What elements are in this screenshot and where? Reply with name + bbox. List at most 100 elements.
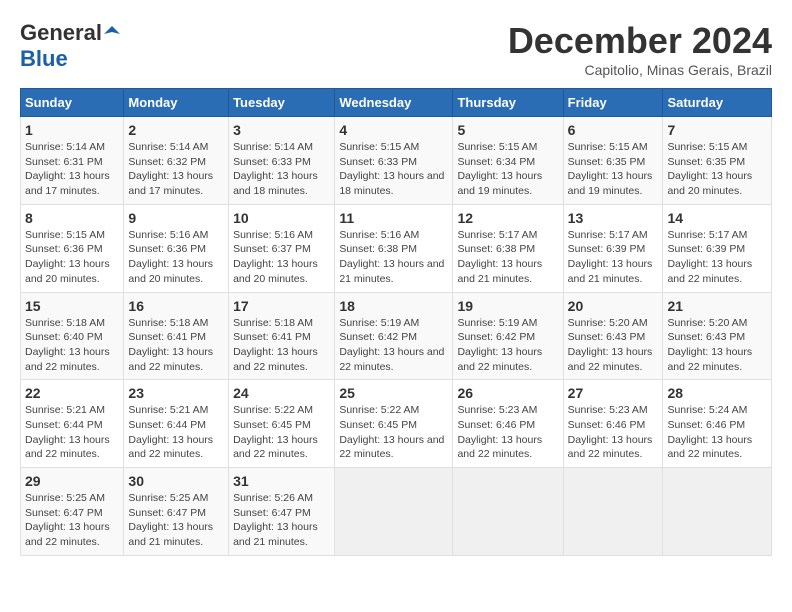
day-number: 17 [233, 298, 330, 314]
day-number: 22 [25, 385, 119, 401]
day-detail: Sunrise: 5:16 AM Sunset: 6:38 PM Dayligh… [339, 228, 448, 287]
day-detail: Sunrise: 5:23 AM Sunset: 6:46 PM Dayligh… [457, 403, 558, 462]
calendar-cell: 20 Sunrise: 5:20 AM Sunset: 6:43 PM Dayl… [563, 292, 663, 380]
day-number: 14 [667, 210, 767, 226]
calendar-cell: 25 Sunrise: 5:22 AM Sunset: 6:45 PM Dayl… [335, 380, 453, 468]
day-number: 21 [667, 298, 767, 314]
day-number: 30 [128, 473, 224, 489]
day-number: 2 [128, 122, 224, 138]
day-detail: Sunrise: 5:21 AM Sunset: 6:44 PM Dayligh… [25, 403, 119, 462]
day-number: 3 [233, 122, 330, 138]
day-detail: Sunrise: 5:18 AM Sunset: 6:40 PM Dayligh… [25, 316, 119, 375]
calendar-cell: 22 Sunrise: 5:21 AM Sunset: 6:44 PM Dayl… [21, 380, 124, 468]
day-number: 12 [457, 210, 558, 226]
calendar-cell: 16 Sunrise: 5:18 AM Sunset: 6:41 PM Dayl… [124, 292, 229, 380]
day-number: 31 [233, 473, 330, 489]
day-number: 6 [568, 122, 659, 138]
day-number: 1 [25, 122, 119, 138]
day-number: 7 [667, 122, 767, 138]
calendar-cell: 23 Sunrise: 5:21 AM Sunset: 6:44 PM Dayl… [124, 380, 229, 468]
calendar-cell: 5 Sunrise: 5:15 AM Sunset: 6:34 PM Dayli… [453, 117, 563, 205]
calendar-week-4: 22 Sunrise: 5:21 AM Sunset: 6:44 PM Dayl… [21, 380, 772, 468]
day-number: 29 [25, 473, 119, 489]
col-sunday: Sunday [21, 89, 124, 117]
calendar-cell [663, 468, 772, 556]
day-detail: Sunrise: 5:25 AM Sunset: 6:47 PM Dayligh… [128, 491, 224, 550]
calendar-cell: 3 Sunrise: 5:14 AM Sunset: 6:33 PM Dayli… [229, 117, 335, 205]
calendar-cell: 12 Sunrise: 5:17 AM Sunset: 6:38 PM Dayl… [453, 204, 563, 292]
calendar-cell [335, 468, 453, 556]
day-detail: Sunrise: 5:18 AM Sunset: 6:41 PM Dayligh… [128, 316, 224, 375]
calendar-week-5: 29 Sunrise: 5:25 AM Sunset: 6:47 PM Dayl… [21, 468, 772, 556]
day-number: 19 [457, 298, 558, 314]
day-detail: Sunrise: 5:14 AM Sunset: 6:31 PM Dayligh… [25, 140, 119, 199]
day-detail: Sunrise: 5:14 AM Sunset: 6:32 PM Dayligh… [128, 140, 224, 199]
day-detail: Sunrise: 5:19 AM Sunset: 6:42 PM Dayligh… [339, 316, 448, 375]
calendar-cell: 17 Sunrise: 5:18 AM Sunset: 6:41 PM Dayl… [229, 292, 335, 380]
calendar-cell: 31 Sunrise: 5:26 AM Sunset: 6:47 PM Dayl… [229, 468, 335, 556]
calendar-cell: 11 Sunrise: 5:16 AM Sunset: 6:38 PM Dayl… [335, 204, 453, 292]
day-number: 15 [25, 298, 119, 314]
calendar-cell: 21 Sunrise: 5:20 AM Sunset: 6:43 PM Dayl… [663, 292, 772, 380]
day-number: 4 [339, 122, 448, 138]
calendar-cell: 13 Sunrise: 5:17 AM Sunset: 6:39 PM Dayl… [563, 204, 663, 292]
calendar-cell: 28 Sunrise: 5:24 AM Sunset: 6:46 PM Dayl… [663, 380, 772, 468]
location: Capitolio, Minas Gerais, Brazil [508, 62, 772, 78]
day-detail: Sunrise: 5:14 AM Sunset: 6:33 PM Dayligh… [233, 140, 330, 199]
calendar-cell: 14 Sunrise: 5:17 AM Sunset: 6:39 PM Dayl… [663, 204, 772, 292]
calendar-cell: 24 Sunrise: 5:22 AM Sunset: 6:45 PM Dayl… [229, 380, 335, 468]
calendar-week-1: 1 Sunrise: 5:14 AM Sunset: 6:31 PM Dayli… [21, 117, 772, 205]
day-detail: Sunrise: 5:17 AM Sunset: 6:39 PM Dayligh… [568, 228, 659, 287]
calendar-cell: 6 Sunrise: 5:15 AM Sunset: 6:35 PM Dayli… [563, 117, 663, 205]
title-area: December 2024 Capitolio, Minas Gerais, B… [508, 20, 772, 78]
day-detail: Sunrise: 5:17 AM Sunset: 6:39 PM Dayligh… [667, 228, 767, 287]
calendar-cell: 30 Sunrise: 5:25 AM Sunset: 6:47 PM Dayl… [124, 468, 229, 556]
day-detail: Sunrise: 5:21 AM Sunset: 6:44 PM Dayligh… [128, 403, 224, 462]
calendar-week-3: 15 Sunrise: 5:18 AM Sunset: 6:40 PM Dayl… [21, 292, 772, 380]
calendar-cell: 18 Sunrise: 5:19 AM Sunset: 6:42 PM Dayl… [335, 292, 453, 380]
day-number: 11 [339, 210, 448, 226]
calendar-cell: 9 Sunrise: 5:16 AM Sunset: 6:36 PM Dayli… [124, 204, 229, 292]
day-detail: Sunrise: 5:20 AM Sunset: 6:43 PM Dayligh… [667, 316, 767, 375]
calendar-week-2: 8 Sunrise: 5:15 AM Sunset: 6:36 PM Dayli… [21, 204, 772, 292]
col-thursday: Thursday [453, 89, 563, 117]
col-saturday: Saturday [663, 89, 772, 117]
calendar-cell: 7 Sunrise: 5:15 AM Sunset: 6:35 PM Dayli… [663, 117, 772, 205]
calendar-cell: 4 Sunrise: 5:15 AM Sunset: 6:33 PM Dayli… [335, 117, 453, 205]
day-number: 20 [568, 298, 659, 314]
calendar-cell: 15 Sunrise: 5:18 AM Sunset: 6:40 PM Dayl… [21, 292, 124, 380]
day-number: 27 [568, 385, 659, 401]
col-monday: Monday [124, 89, 229, 117]
header-row: Sunday Monday Tuesday Wednesday Thursday… [21, 89, 772, 117]
day-detail: Sunrise: 5:16 AM Sunset: 6:36 PM Dayligh… [128, 228, 224, 287]
day-number: 9 [128, 210, 224, 226]
day-detail: Sunrise: 5:20 AM Sunset: 6:43 PM Dayligh… [568, 316, 659, 375]
day-number: 5 [457, 122, 558, 138]
day-detail: Sunrise: 5:15 AM Sunset: 6:36 PM Dayligh… [25, 228, 119, 287]
day-detail: Sunrise: 5:19 AM Sunset: 6:42 PM Dayligh… [457, 316, 558, 375]
calendar-cell: 27 Sunrise: 5:23 AM Sunset: 6:46 PM Dayl… [563, 380, 663, 468]
col-tuesday: Tuesday [229, 89, 335, 117]
day-number: 8 [25, 210, 119, 226]
calendar-body: 1 Sunrise: 5:14 AM Sunset: 6:31 PM Dayli… [21, 117, 772, 556]
day-detail: Sunrise: 5:17 AM Sunset: 6:38 PM Dayligh… [457, 228, 558, 287]
day-number: 26 [457, 385, 558, 401]
calendar-cell [453, 468, 563, 556]
day-detail: Sunrise: 5:15 AM Sunset: 6:35 PM Dayligh… [667, 140, 767, 199]
col-friday: Friday [563, 89, 663, 117]
day-number: 10 [233, 210, 330, 226]
col-wednesday: Wednesday [335, 89, 453, 117]
day-detail: Sunrise: 5:15 AM Sunset: 6:35 PM Dayligh… [568, 140, 659, 199]
calendar-cell: 2 Sunrise: 5:14 AM Sunset: 6:32 PM Dayli… [124, 117, 229, 205]
day-detail: Sunrise: 5:15 AM Sunset: 6:34 PM Dayligh… [457, 140, 558, 199]
calendar-cell: 29 Sunrise: 5:25 AM Sunset: 6:47 PM Dayl… [21, 468, 124, 556]
day-number: 25 [339, 385, 448, 401]
calendar-cell: 26 Sunrise: 5:23 AM Sunset: 6:46 PM Dayl… [453, 380, 563, 468]
day-detail: Sunrise: 5:18 AM Sunset: 6:41 PM Dayligh… [233, 316, 330, 375]
day-detail: Sunrise: 5:15 AM Sunset: 6:33 PM Dayligh… [339, 140, 448, 199]
day-detail: Sunrise: 5:16 AM Sunset: 6:37 PM Dayligh… [233, 228, 330, 287]
day-detail: Sunrise: 5:24 AM Sunset: 6:46 PM Dayligh… [667, 403, 767, 462]
day-number: 23 [128, 385, 224, 401]
day-number: 24 [233, 385, 330, 401]
calendar-header: Sunday Monday Tuesday Wednesday Thursday… [21, 89, 772, 117]
